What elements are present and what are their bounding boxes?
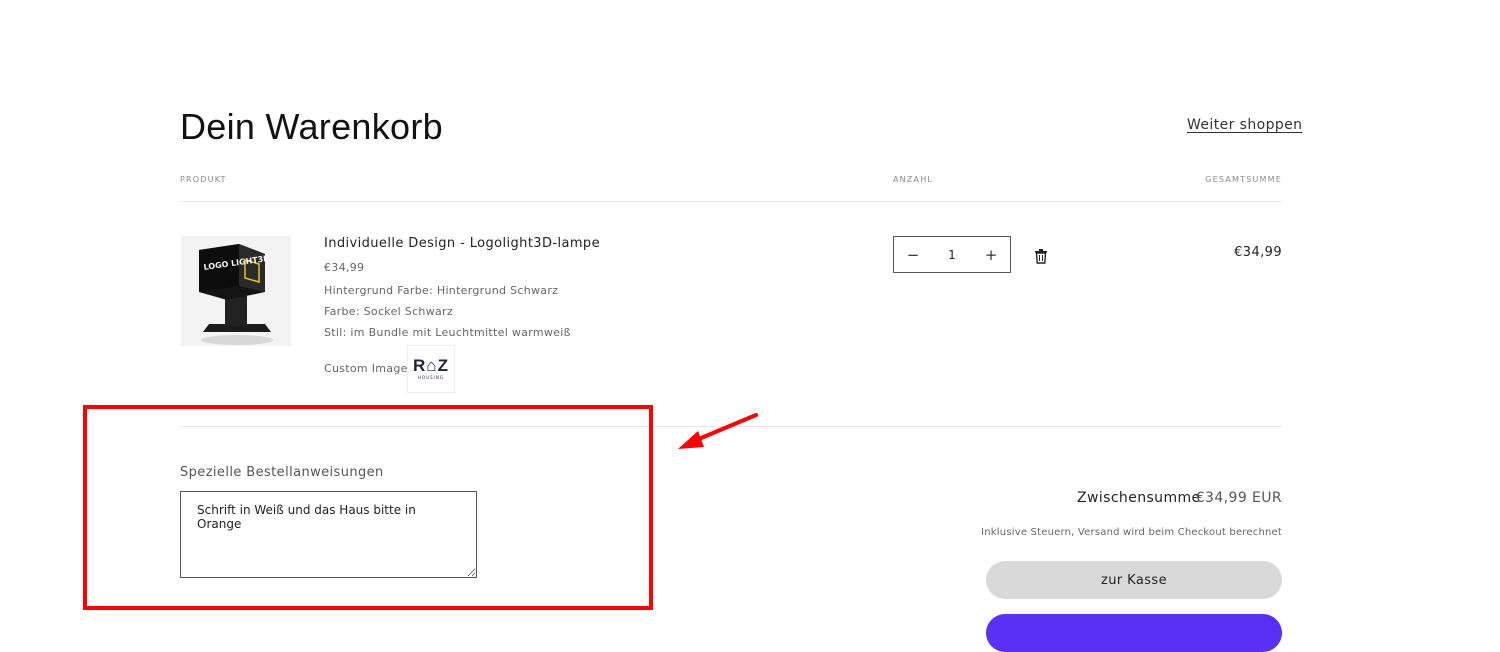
line-total: €34,99	[1234, 245, 1282, 260]
checkout-button[interactable]: zur Kasse	[986, 561, 1282, 599]
tax-shipping-note: Inklusive Steuern, Versand wird beim Che…	[981, 527, 1282, 538]
custom-image-logo: R⌂Z	[413, 356, 449, 375]
annotation-arrow-icon	[678, 413, 758, 449]
page-title: Dein Warenkorb	[180, 106, 443, 147]
quantity-increase-button[interactable]: +	[972, 237, 1010, 272]
product-image[interactable]: LOGO LIGHT3D	[181, 236, 291, 346]
subtotal-label: Zwischensumme	[1077, 490, 1201, 506]
header-divider	[180, 201, 1282, 202]
product-option: Stil: im Bundle mit Leuchtmittel warmwei…	[324, 326, 571, 339]
custom-image-logo-sub: HOUSING	[418, 375, 444, 380]
custom-image-label: Custom Image:	[324, 362, 412, 375]
column-header-quantity: ANZAHL	[893, 175, 934, 184]
product-option: Farbe: Sockel Schwarz	[324, 305, 453, 318]
column-header-product: PRODUKT	[180, 175, 227, 184]
quantity-value[interactable]: 1	[948, 248, 956, 262]
continue-shopping-link[interactable]: Weiter shoppen	[1187, 117, 1302, 133]
product-option: Hintergrund Farbe: Hintergrund Schwarz	[324, 284, 559, 297]
annotation-highlight-box	[83, 405, 653, 610]
lamp-illustration: LOGO LIGHT3D	[181, 236, 291, 346]
trash-icon[interactable]	[1034, 248, 1048, 264]
shop-pay-button[interactable]	[986, 614, 1282, 652]
custom-image-thumbnail[interactable]: R⌂Z HOUSING	[407, 345, 455, 393]
quantity-stepper: − 1 +	[893, 236, 1011, 273]
product-price: €34,99	[324, 261, 365, 274]
subtotal-value: €34,99 EUR	[1195, 490, 1282, 506]
quantity-decrease-button[interactable]: −	[894, 237, 932, 272]
column-header-total: GESAMTSUMME	[1205, 175, 1282, 184]
product-name[interactable]: Individuelle Design - Logolight3D-lampe	[324, 236, 600, 251]
